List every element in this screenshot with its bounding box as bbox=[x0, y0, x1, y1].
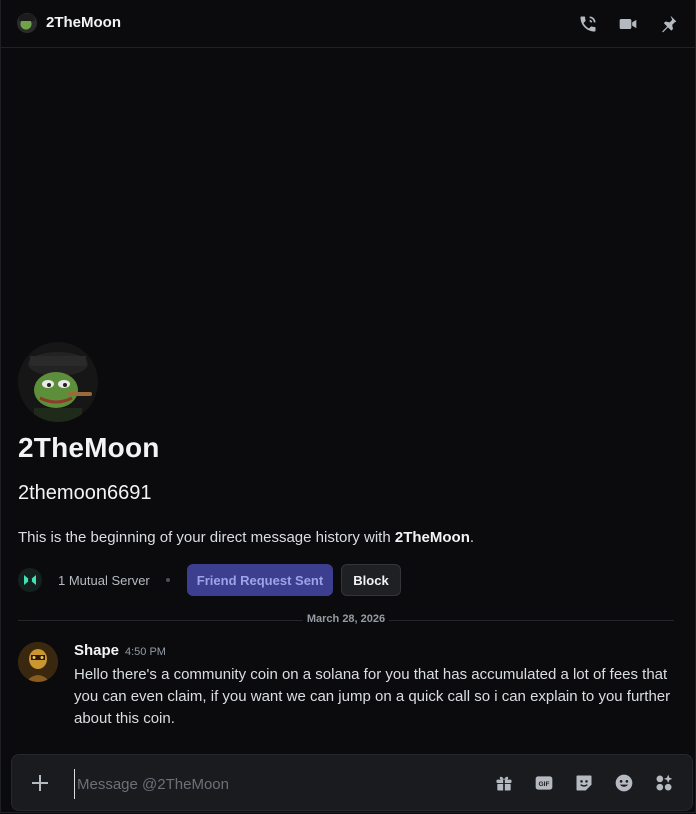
emoji-icon[interactable] bbox=[604, 771, 644, 795]
header-title[interactable]: 2TheMoon bbox=[46, 14, 121, 31]
gift-icon[interactable] bbox=[484, 771, 524, 795]
message-author-avatar[interactable] bbox=[18, 642, 58, 682]
profile-display-name: 2TheMoon bbox=[18, 432, 160, 463]
phone-call-icon[interactable] bbox=[568, 12, 608, 36]
friend-request-sent-button[interactable]: Friend Request Sent bbox=[187, 564, 333, 596]
dm-header: 2TheMoon bbox=[0, 0, 696, 48]
profile-avatar[interactable] bbox=[18, 342, 98, 422]
separator-dot bbox=[166, 578, 170, 582]
date-divider: March 28, 2026 bbox=[18, 612, 674, 628]
pin-icon[interactable] bbox=[648, 12, 688, 36]
header-avatar[interactable] bbox=[17, 13, 37, 33]
profile-username: 2themoon6691 bbox=[18, 482, 152, 504]
svg-text:GIF: GIF bbox=[538, 781, 549, 788]
message-timestamp: 4:50 PM bbox=[125, 646, 166, 658]
message-input[interactable] bbox=[74, 769, 479, 799]
description-prefix: This is the beginning of your direct mes… bbox=[18, 529, 395, 546]
gif-icon[interactable]: GIF bbox=[524, 771, 564, 795]
message-composer: GIF bbox=[11, 754, 693, 811]
add-attachment-icon[interactable] bbox=[28, 771, 52, 795]
description-name: 2TheMoon bbox=[394, 529, 470, 546]
sticker-icon[interactable] bbox=[564, 771, 604, 795]
block-button[interactable]: Block bbox=[341, 564, 401, 596]
mutual-server-icon[interactable] bbox=[18, 568, 42, 592]
profile-actions-row: 1 Mutual Server Friend Request Sent Bloc… bbox=[18, 564, 618, 596]
divider-date: March 28, 2026 bbox=[302, 613, 390, 625]
message-author-name[interactable]: Shape bbox=[74, 642, 119, 659]
message-content: Hello there's a community coin on a sola… bbox=[74, 666, 671, 727]
apps-icon[interactable] bbox=[644, 771, 684, 795]
composer-toolbar: GIF bbox=[484, 771, 684, 795]
dm-history-description: This is the beginning of your direct mes… bbox=[18, 529, 474, 546]
header-toolbar bbox=[568, 12, 688, 36]
video-camera-icon[interactable] bbox=[608, 12, 648, 36]
mutual-servers-link[interactable]: 1 Mutual Server bbox=[58, 573, 150, 588]
description-suffix: . bbox=[469, 529, 475, 546]
